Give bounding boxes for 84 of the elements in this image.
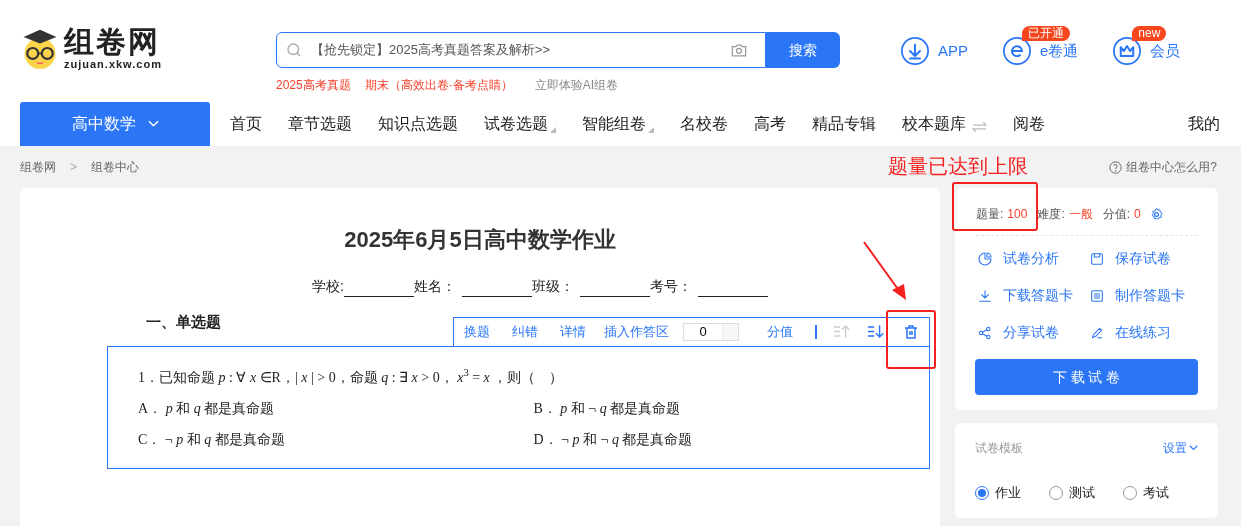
- triangle-icon: [550, 127, 556, 133]
- toolbar-button[interactable]: 纠错: [512, 321, 538, 342]
- summary-action[interactable]: 下载答题卡: [1003, 285, 1073, 306]
- summary-action[interactable]: 保存试卷: [1114, 248, 1171, 269]
- nav-link[interactable]: 章节选题: [288, 112, 352, 136]
- logo-domain: zujuan.xkw.com: [64, 57, 162, 71]
- search-icon: [284, 41, 303, 59]
- section-heading: 一、单选题: [146, 312, 221, 332]
- search-button[interactable]: 搜索: [765, 32, 840, 68]
- summary-action[interactable]: 在线练习: [1114, 322, 1171, 343]
- breadcrumb-separator: >: [70, 159, 77, 176]
- help-icon: [1109, 160, 1123, 174]
- stat-label: 题量:: [976, 206, 1004, 223]
- radio-label: 测试: [1069, 484, 1095, 502]
- radio-label: 作业: [995, 484, 1021, 502]
- answer-option: B． p 和 ¬ q 都是真命题: [533, 397, 929, 419]
- nav-link[interactable]: 知识点选题: [378, 112, 458, 136]
- field-label: 班级：: [531, 277, 574, 296]
- delete-icon[interactable]: [903, 323, 919, 340]
- breadcrumb-link[interactable]: 组卷网: [20, 158, 56, 176]
- nav-link[interactable]: 阅卷: [1013, 112, 1045, 136]
- radio-label: 考试: [1143, 484, 1169, 502]
- badge: 已开通: [1021, 26, 1070, 41]
- stat-value: 一般: [1068, 206, 1093, 223]
- help-link[interactable]: 组卷中心怎么用?: [1126, 158, 1217, 176]
- toolbar-button[interactable]: 插入作答区: [604, 321, 669, 342]
- toolbar-button[interactable]: 换题: [464, 321, 490, 342]
- download-paper-button[interactable]: 下 载 试 卷: [975, 359, 1198, 395]
- card-icon: [1088, 287, 1105, 304]
- download-icon: [977, 287, 993, 304]
- breadcrumb-link[interactable]: 组卷中心: [91, 158, 139, 176]
- nav-link[interactable]: 高考: [754, 112, 786, 136]
- nav-link[interactable]: 首页: [230, 112, 262, 136]
- nav-link[interactable]: 智能组卷: [582, 112, 646, 136]
- field-label: 姓名：: [413, 277, 456, 296]
- annotation-text: 题量已达到上限: [888, 154, 1028, 179]
- nav-link[interactable]: 试卷选题: [484, 112, 548, 136]
- settings-icon[interactable]: [1148, 206, 1164, 222]
- annotation-arrow: [862, 240, 908, 302]
- search-input[interactable]: 【抢先锁定】2025高考真题答案及解析>>: [310, 40, 729, 60]
- answer-option: A． p 和 q 都是真命题: [138, 397, 534, 419]
- toolbar-button[interactable]: 详情: [560, 321, 586, 342]
- field-label: 考号：: [649, 277, 692, 296]
- paper-title: 2025年6月5日高中数学作业: [343, 226, 617, 254]
- template-settings-link[interactable]: 设置: [1163, 439, 1187, 457]
- badge: new: [1132, 26, 1167, 41]
- stat-value: 0: [1134, 206, 1141, 223]
- pie-icon: [977, 250, 993, 267]
- search-field[interactable]: 【抢先锁定】2025高考真题答案及解析>>: [275, 32, 766, 68]
- stat-label: 分值:: [1102, 206, 1131, 223]
- score-label: 分值: [767, 322, 793, 341]
- summary-action[interactable]: 制作答题卡: [1114, 285, 1185, 306]
- answer-option: D． ¬ p 和 ¬ q 都是真命题: [533, 428, 929, 450]
- divider-bar: [815, 324, 817, 339]
- score-input[interactable]: 0: [683, 322, 739, 341]
- summary-action[interactable]: 试卷分析: [1003, 248, 1059, 269]
- field-label: 学校:: [312, 277, 344, 296]
- header-link[interactable]: e卷通: [1039, 39, 1079, 63]
- nav-link[interactable]: 精品专辑: [812, 112, 876, 136]
- answer-option: C． ¬ p 和 q 都是真命题: [138, 428, 534, 450]
- save-icon: [1088, 250, 1105, 267]
- hot-link[interactable]: 2025高考真题: [275, 76, 351, 94]
- header-link[interactable]: 会员: [1150, 39, 1181, 63]
- subject-dropdown[interactable]: 高中数学: [20, 102, 210, 146]
- question-stem: 1．已知命题 p : ∀ x ∈R，| x | > 0，命题 q : ∃ x > 0， x$^{3}$ = x ，则（ ）: [138, 366, 565, 387]
- header-link[interactable]: APP: [937, 39, 968, 63]
- logo-text: 组卷网: [64, 25, 161, 58]
- nav-link[interactable]: 我的: [1188, 112, 1220, 136]
- annotation-frame: [886, 310, 936, 369]
- hot-link[interactable]: 立即体验AI组卷: [534, 76, 618, 94]
- summary-action[interactable]: 分享试卷: [1003, 322, 1059, 343]
- share-icon: [977, 324, 993, 341]
- chevron-down-icon: [147, 120, 159, 128]
- hot-link[interactable]: 期末（高效出卷·备考点睛）: [364, 76, 513, 94]
- download-icon: [899, 36, 930, 66]
- stat-label: 难度:: [1037, 206, 1065, 223]
- triangle-icon: [648, 127, 654, 133]
- stat-value: 100: [1007, 206, 1028, 223]
- chevron-down-icon: [1189, 445, 1198, 451]
- template-title: 试卷模板: [975, 440, 1023, 457]
- move-down-icon[interactable]: [867, 324, 885, 339]
- nav-link[interactable]: 名校卷: [680, 112, 728, 136]
- nav-link[interactable]: 校本题库: [902, 112, 966, 136]
- crown-icon: [1112, 36, 1143, 66]
